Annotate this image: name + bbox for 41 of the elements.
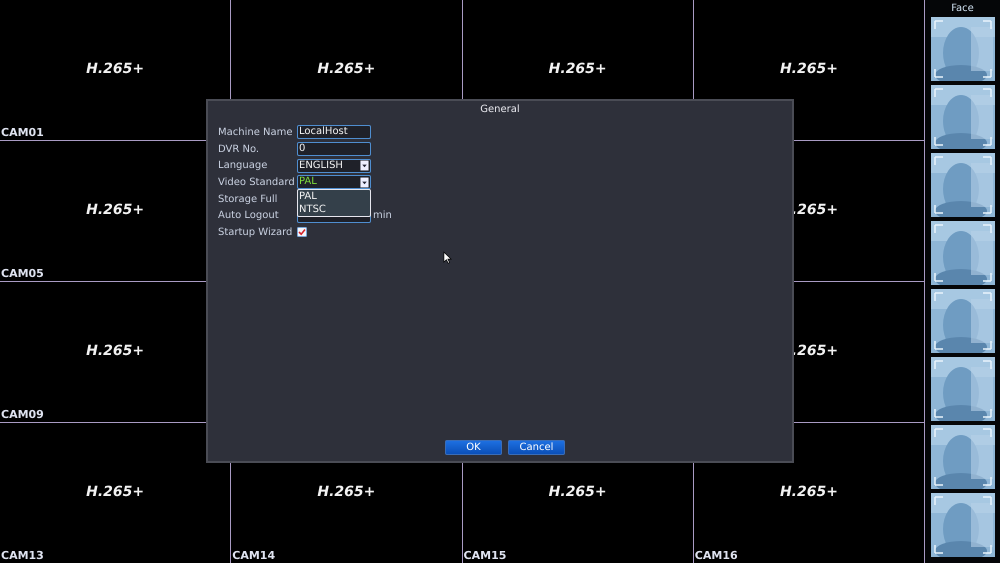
codec-label: H.265+ — [780, 484, 838, 500]
codec-label: H.265+ — [548, 484, 607, 500]
camera-label: CAM15 — [464, 549, 506, 562]
codec-label: .265+ — [792, 202, 838, 218]
field-label: Auto Logout — [218, 210, 280, 222]
dropdown[interactable]: ENGLISH — [297, 158, 371, 173]
camera-label: CAM01 — [1, 126, 44, 139]
field-label: Machine Name — [218, 126, 294, 138]
camera-label: CAM05 — [1, 267, 44, 280]
codec-label: H.265+ — [86, 343, 144, 359]
codec-label: H.265+ — [317, 484, 376, 500]
dialog-button[interactable]: OK — [445, 440, 502, 455]
codec-label: H.265+ — [86, 484, 144, 500]
panel-title: Face — [951, 3, 974, 14]
camera-label: CAM14 — [232, 549, 276, 562]
dropdown[interactable]: PAL — [297, 175, 371, 190]
dialog-button[interactable]: Cancel — [508, 440, 565, 455]
checkbox[interactable] — [297, 227, 307, 238]
camera-label: CAM16 — [694, 549, 738, 562]
cursor-icon — [443, 251, 452, 264]
caret-icon — [360, 160, 369, 172]
codec-label: .265+ — [792, 343, 838, 359]
codec-label: H.265+ — [317, 61, 376, 77]
unit-label: min — [373, 210, 392, 222]
dropdown-option[interactable]: NTSC — [298, 203, 370, 216]
field-label: DVR No. — [218, 144, 260, 155]
caret-icon — [360, 176, 369, 188]
camera-label: CAM09 — [1, 408, 44, 421]
codec-label: H.265+ — [86, 202, 144, 218]
dropdown-option[interactable]: PAL — [298, 190, 370, 204]
camera-label: CAM13 — [1, 549, 44, 562]
field-label: Storage Full — [218, 194, 278, 205]
dialog-title: General — [480, 104, 520, 115]
codec-label: H.265+ — [548, 61, 607, 77]
field-label: Video Standard — [218, 176, 296, 188]
codec-label: H.265+ — [780, 61, 838, 77]
input-field[interactable]: 0 — [297, 142, 371, 156]
input-field[interactable]: LocalHost — [297, 125, 371, 140]
codec-label: H.265+ — [86, 61, 144, 77]
field-label: Startup Wizard — [218, 226, 294, 238]
field-label: Language — [218, 160, 268, 172]
